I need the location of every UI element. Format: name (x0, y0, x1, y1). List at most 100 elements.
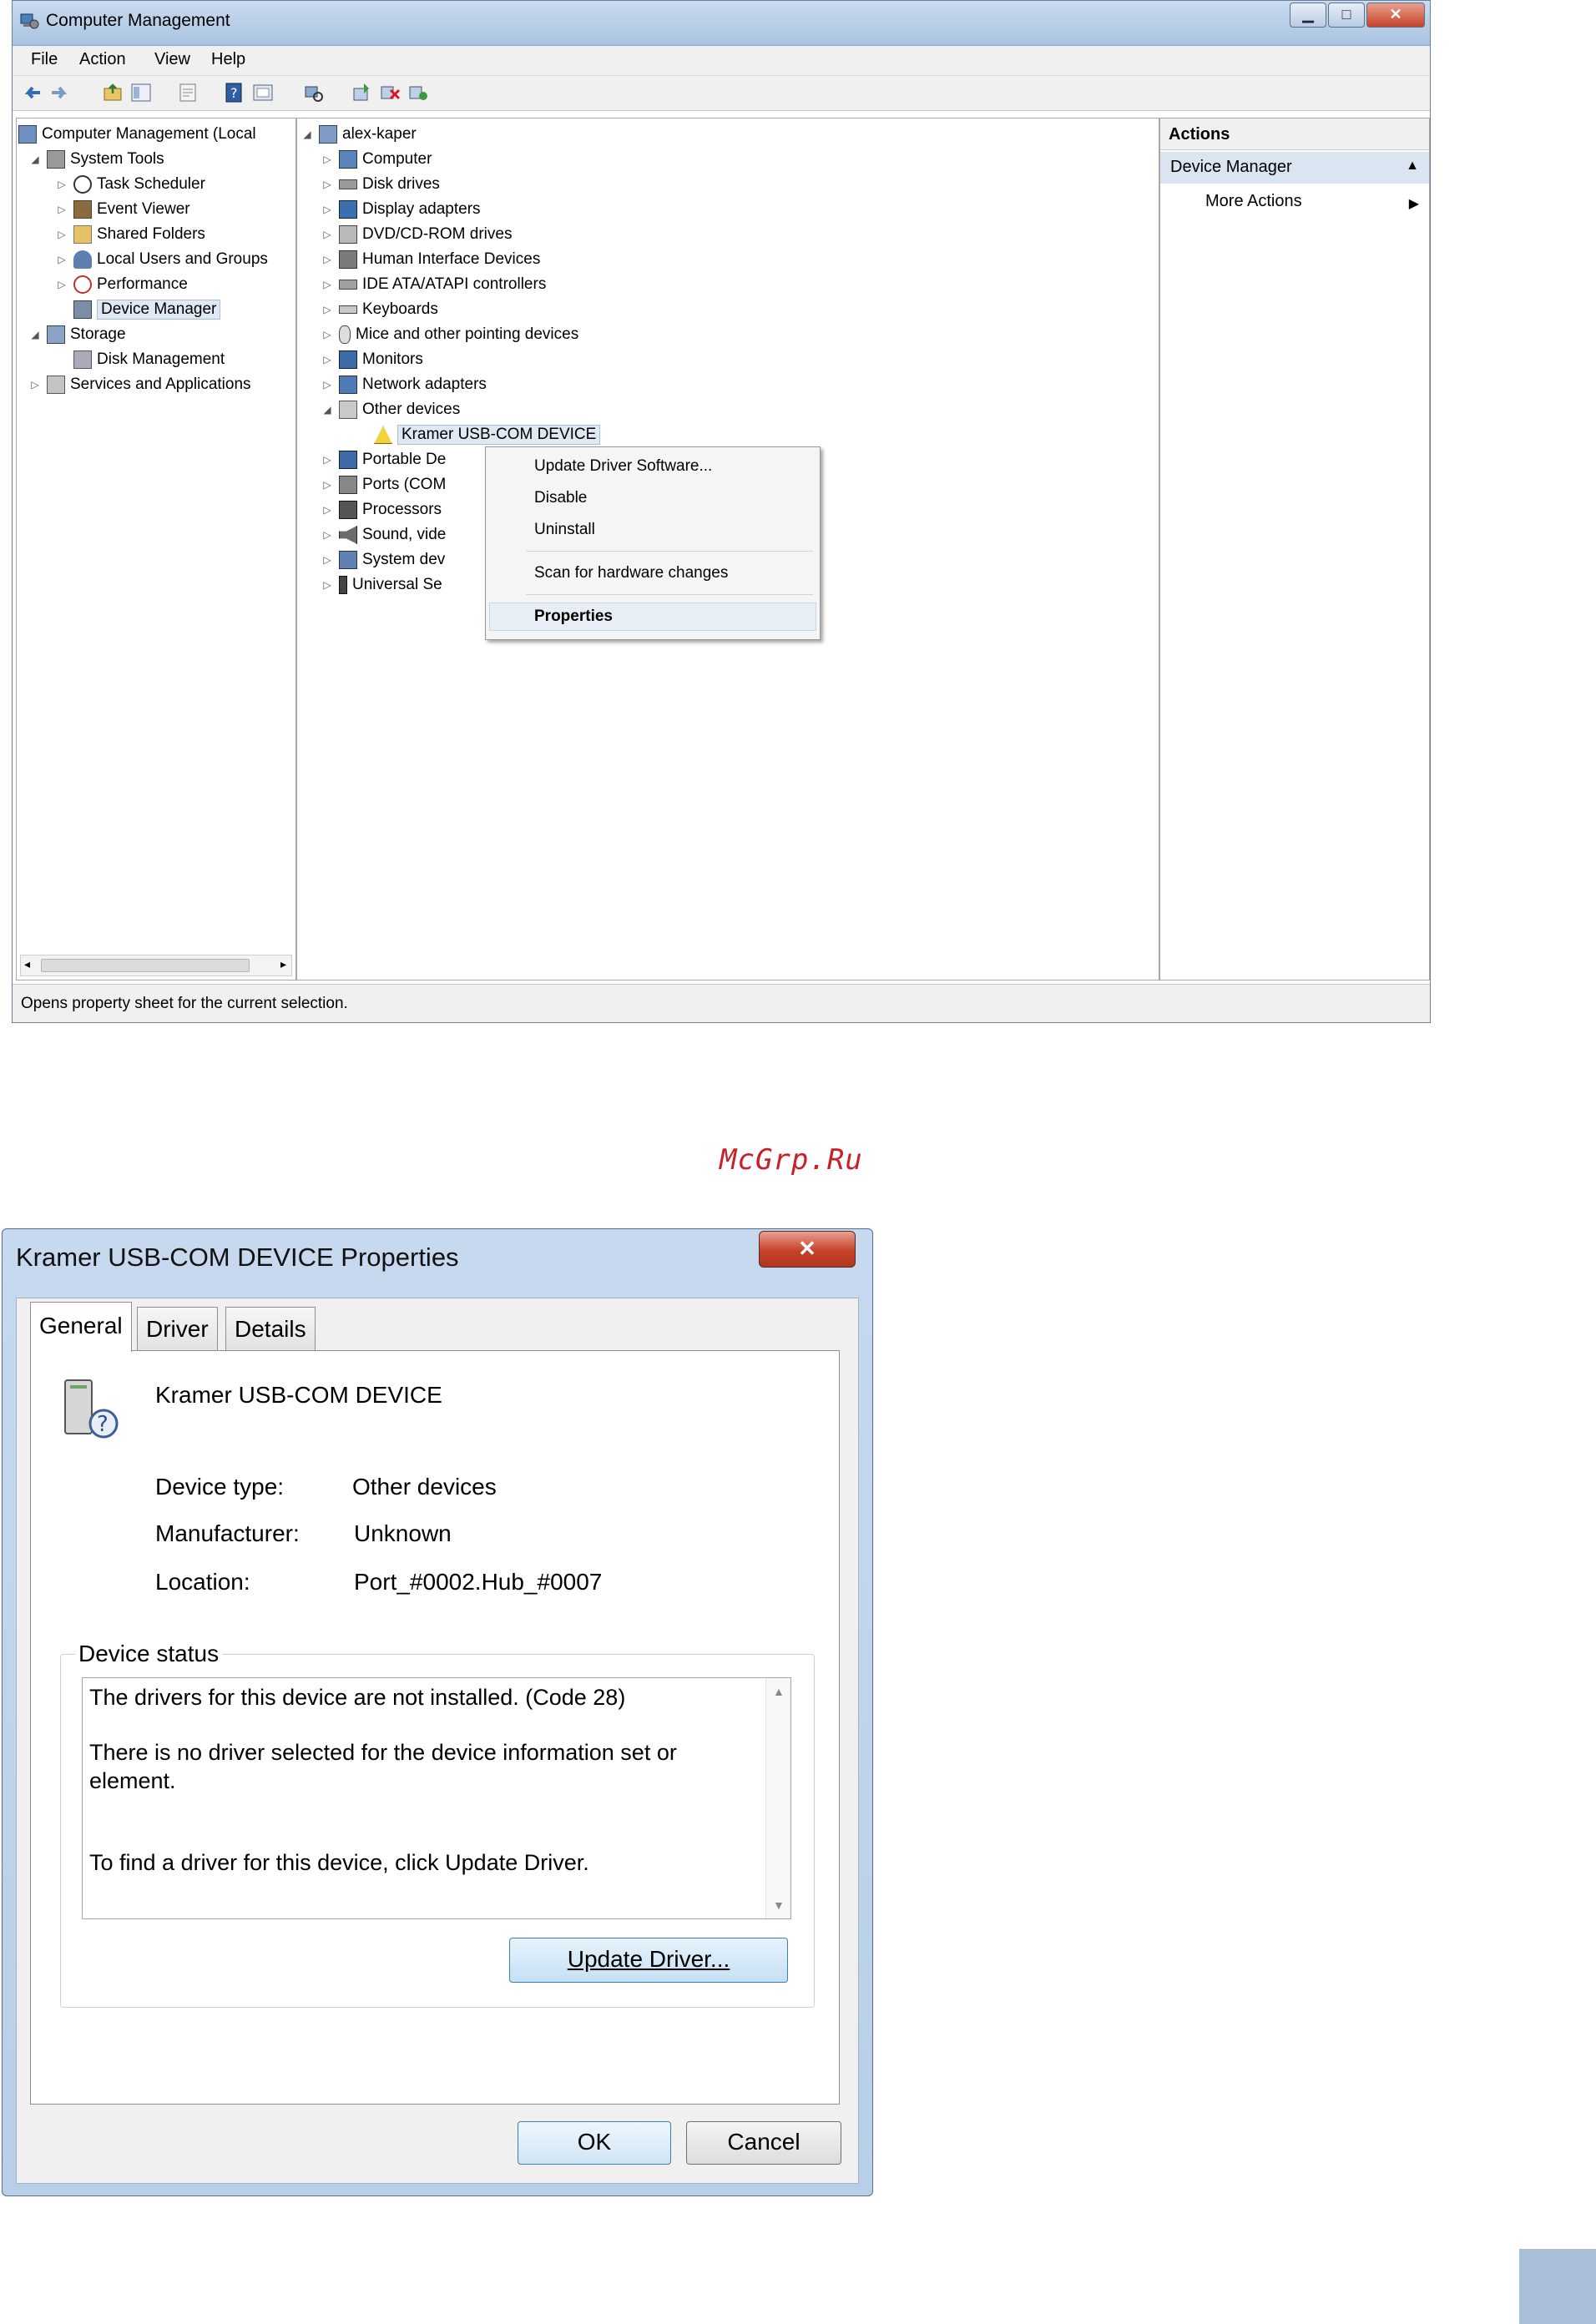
device-status-textbox[interactable]: The drivers for this device are not inst… (82, 1677, 791, 1919)
tree-item-local-users-groups[interactable]: ▷ Local Users and Groups (55, 247, 268, 272)
show-hide-tree-icon[interactable] (129, 81, 153, 104)
tree-item-performance[interactable]: ▷ Performance (55, 272, 188, 297)
title-bar[interactable]: Computer Management ▁ □ ✕ (13, 1, 1430, 46)
close-button[interactable]: ✕ (1366, 3, 1425, 28)
horizontal-scrollbar[interactable]: ◂ ▸ (20, 955, 292, 976)
tab-general[interactable]: General (30, 1302, 132, 1352)
tree-item-sound[interactable]: ▷ Sound, vide (321, 522, 446, 547)
collapsed-arrow-icon[interactable]: ▷ (321, 354, 334, 365)
tab-details[interactable]: Details (225, 1307, 316, 1350)
tree-item-shared-folders[interactable]: ▷ Shared Folders (55, 222, 205, 247)
collapsed-arrow-icon[interactable]: ▷ (321, 504, 334, 516)
ok-button[interactable]: OK (518, 2121, 671, 2165)
collapsed-arrow-icon[interactable]: ▷ (55, 279, 68, 290)
actions-section-device-manager[interactable]: Device Manager ▲ (1160, 152, 1429, 184)
tree-item-computer[interactable]: ▷ Computer (321, 147, 432, 172)
up-folder-icon[interactable] (101, 81, 124, 104)
tree-item-mice[interactable]: ▷ Mice and other pointing devices (321, 322, 578, 347)
tree-item-hid[interactable]: ▷ Human Interface Devices (321, 247, 540, 272)
update-driver-button[interactable]: Update Driver... (509, 1938, 788, 1983)
menu-properties[interactable]: Properties (534, 607, 613, 626)
collapsed-arrow-icon[interactable]: ▷ (321, 304, 334, 315)
tree-item-other-devices[interactable]: ◢ Other devices (321, 397, 460, 422)
menu-uninstall[interactable]: Uninstall (534, 521, 595, 539)
collapsed-arrow-icon[interactable]: ▷ (321, 229, 334, 240)
tree-item-computer-root[interactable]: ◢ alex-kaper (301, 122, 417, 147)
tree-item-dvd-drives[interactable]: ▷ DVD/CD-ROM drives (321, 222, 512, 247)
scroll-down-icon[interactable]: ▼ (773, 1898, 785, 1912)
collapsed-arrow-icon[interactable]: ▷ (321, 329, 334, 340)
uninstall-icon[interactable] (378, 81, 402, 104)
tree-item-processors[interactable]: ▷ Processors (321, 497, 442, 522)
tree-item-system-devices[interactable]: ▷ System dev (321, 547, 445, 572)
vertical-scrollbar[interactable]: ▲ ▼ (765, 1678, 790, 1918)
collapsed-arrow-icon[interactable]: ▷ (55, 179, 68, 190)
tree-item-disk-management[interactable]: Disk Management (73, 347, 225, 372)
collapsed-arrow-icon[interactable]: ▷ (55, 229, 68, 240)
tree-item-event-viewer[interactable]: ▷ Event Viewer (55, 197, 190, 222)
scroll-up-icon[interactable]: ▲ (773, 1685, 785, 1698)
menu-view[interactable]: View (154, 50, 190, 69)
menu-disable[interactable]: Disable (534, 489, 587, 507)
tree-item-portable-devices[interactable]: ▷ Portable De (321, 447, 446, 472)
collapsed-arrow-icon[interactable]: ▷ (321, 254, 334, 265)
menu-action[interactable]: Action (79, 50, 126, 69)
menu-file[interactable]: File (31, 50, 58, 69)
tree-item-ports[interactable]: ▷ Ports (COM (321, 472, 446, 497)
menu-help[interactable]: Help (211, 50, 245, 69)
tree-item-network-adapters[interactable]: ▷ Network adapters (321, 372, 487, 397)
expanded-arrow-icon[interactable]: ◢ (321, 404, 334, 416)
minimize-button[interactable]: ▁ (1290, 3, 1326, 28)
scrollbar-thumb[interactable] (41, 959, 250, 972)
view-icon[interactable] (251, 81, 275, 104)
enable-device-icon[interactable] (407, 81, 430, 104)
update-driver-icon[interactable] (350, 81, 373, 104)
tab-driver[interactable]: Driver (137, 1307, 218, 1350)
collapsed-arrow-icon[interactable]: ▷ (321, 479, 334, 491)
tree-item-keyboards[interactable]: ▷ Keyboards (321, 297, 437, 322)
tree-item-computer-management[interactable]: Computer Management (Local (18, 122, 256, 147)
tree-item-storage[interactable]: ◢ Storage (28, 322, 126, 347)
tree-item-usb-controllers[interactable]: ▷ Universal Se (321, 572, 442, 597)
submenu-arrow-icon[interactable]: ▶ (1409, 195, 1419, 212)
system-device-icon (339, 551, 357, 569)
collapsed-arrow-icon[interactable]: ▷ (321, 279, 334, 290)
collapsed-arrow-icon[interactable]: ▷ (321, 454, 334, 466)
tree-item-ide-controllers[interactable]: ▷ IDE ATA/ATAPI controllers (321, 272, 546, 297)
expanded-arrow-icon[interactable]: ◢ (28, 154, 42, 165)
close-icon[interactable]: ✕ (759, 1231, 856, 1268)
tree-item-monitors[interactable]: ▷ Monitors (321, 347, 423, 372)
tree-item-kramer-usb-com[interactable]: Kramer USB-COM DEVICE (374, 422, 601, 447)
more-actions-link[interactable]: More Actions (1205, 192, 1302, 211)
forward-arrow-icon[interactable] (48, 81, 71, 104)
tree-item-task-scheduler[interactable]: ▷ Task Scheduler (55, 172, 205, 197)
maximize-button[interactable]: □ (1328, 3, 1365, 28)
menu-update-driver-software[interactable]: Update Driver Software... (534, 457, 712, 476)
tree-item-system-tools[interactable]: ◢ System Tools (28, 147, 164, 172)
tree-item-services-applications[interactable]: ▷ Services and Applications (28, 372, 251, 397)
collapsed-arrow-icon[interactable]: ▷ (55, 204, 68, 215)
collapse-up-icon[interactable]: ▲ (1406, 159, 1419, 174)
tree-item-device-manager[interactable]: Device Manager (73, 297, 221, 322)
collapsed-arrow-icon[interactable]: ▷ (321, 154, 334, 165)
scroll-left-icon[interactable]: ◂ (24, 957, 30, 971)
back-arrow-icon[interactable] (21, 81, 44, 104)
tree-item-disk-drives[interactable]: ▷ Disk drives (321, 172, 440, 197)
scroll-right-icon[interactable]: ▸ (280, 957, 286, 971)
collapsed-arrow-icon[interactable]: ▷ (321, 554, 334, 566)
expanded-arrow-icon[interactable]: ◢ (28, 329, 42, 340)
tree-item-display-adapters[interactable]: ▷ Display adapters (321, 197, 481, 222)
expanded-arrow-icon[interactable]: ◢ (301, 129, 314, 140)
collapsed-arrow-icon[interactable]: ▷ (321, 529, 334, 541)
collapsed-arrow-icon[interactable]: ▷ (28, 379, 42, 391)
scan-hardware-icon[interactable] (301, 81, 325, 104)
properties-icon[interactable] (176, 81, 200, 104)
collapsed-arrow-icon[interactable]: ▷ (321, 204, 334, 215)
cancel-button[interactable]: Cancel (686, 2121, 841, 2165)
collapsed-arrow-icon[interactable]: ▷ (321, 579, 334, 591)
menu-scan-hardware-changes[interactable]: Scan for hardware changes (534, 564, 728, 582)
collapsed-arrow-icon[interactable]: ▷ (321, 179, 334, 190)
collapsed-arrow-icon[interactable]: ▷ (55, 254, 68, 265)
help-icon[interactable]: ? (223, 81, 246, 104)
collapsed-arrow-icon[interactable]: ▷ (321, 379, 334, 391)
